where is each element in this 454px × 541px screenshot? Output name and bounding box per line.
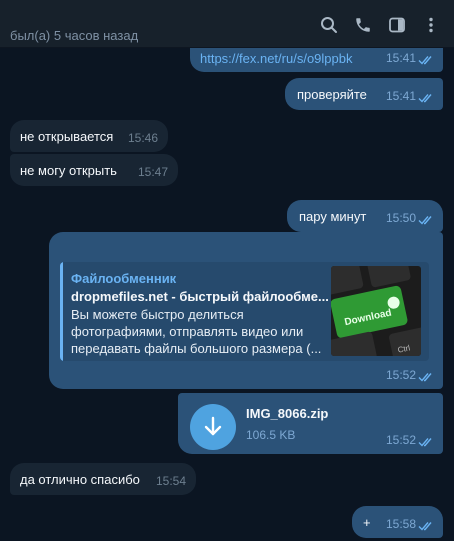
message-outgoing[interactable]: https://fex.net/ru/s/o9lppbk 15:41 xyxy=(190,48,443,72)
call-button[interactable] xyxy=(346,12,380,38)
sidebar-toggle-button[interactable] xyxy=(380,12,414,38)
message-incoming[interactable]: да отлично спасибо 15:54 xyxy=(10,463,196,495)
message-time: 15:52 xyxy=(385,433,416,447)
message-time: 15:50 xyxy=(385,211,416,225)
message-time: 15:46 xyxy=(127,131,158,145)
message-time: 15:41 xyxy=(385,51,416,65)
message-file[interactable]: IMG_8066.zip 106.5 KB 15:52 xyxy=(178,393,443,454)
read-checks-icon xyxy=(418,94,432,103)
message-text: проверяйте xyxy=(297,87,367,102)
chat-header: был(а) 5 часов назад xyxy=(0,0,454,48)
message-time: 15:58 xyxy=(385,517,416,531)
last-seen-status: был(а) 5 часов назад xyxy=(10,28,139,43)
message-text: не могу открыть xyxy=(20,163,117,178)
file-name[interactable]: IMG_8066.zip xyxy=(246,405,328,422)
read-checks-icon xyxy=(418,438,432,447)
message-list[interactable]: https://fex.net/ru/s/o9lppbk 15:41 прове… xyxy=(0,48,454,541)
file-size: 106.5 KB xyxy=(246,428,296,442)
message-link[interactable]: https://fex.net/ru/s/o9lppbk xyxy=(200,51,352,66)
search-icon xyxy=(321,17,337,33)
message-text: не открывается xyxy=(20,129,114,144)
message-text: да отлично спасибо xyxy=(20,472,140,487)
download-icon xyxy=(204,416,222,436)
preview-description: Вы можете быстро делиться фотографиями, … xyxy=(71,307,322,356)
message-outgoing[interactable]: + 15:58 xyxy=(352,506,443,538)
more-button[interactable] xyxy=(414,12,448,38)
message-time: 15:47 xyxy=(137,165,168,179)
read-checks-icon xyxy=(418,56,432,65)
read-checks-icon xyxy=(418,373,432,382)
message-link-preview[interactable]: Файлообменник dropmefiles.net - быстрый … xyxy=(49,232,443,389)
message-incoming[interactable]: не могу открыть 15:47 xyxy=(10,154,178,186)
message-time: 15:52 xyxy=(385,368,416,382)
message-time: 15:54 xyxy=(155,474,186,488)
preview-title: dropmefiles.net - быстрый файлообме... xyxy=(71,289,329,304)
search-button[interactable] xyxy=(312,12,346,38)
message-outgoing[interactable]: пару минут 15:50 xyxy=(287,200,443,232)
read-checks-icon xyxy=(418,522,432,531)
read-checks-icon xyxy=(418,216,432,225)
message-outgoing[interactable]: проверяйте 15:41 xyxy=(285,78,443,110)
more-vert-icon xyxy=(429,17,433,33)
phone-icon xyxy=(356,18,370,32)
message-time: 15:41 xyxy=(385,89,416,103)
link-preview-card[interactable]: Файлообменник dropmefiles.net - быстрый … xyxy=(60,262,429,361)
message-text: пару минут xyxy=(299,209,367,224)
sidebar-toggle-icon xyxy=(389,17,405,33)
message-incoming[interactable]: не открывается 15:46 xyxy=(10,120,168,152)
preview-accent-bar xyxy=(60,262,63,361)
message-text: + xyxy=(363,515,371,530)
file-download-button[interactable] xyxy=(190,404,236,450)
preview-site-name: Файлообменник xyxy=(71,271,177,286)
preview-thumbnail[interactable]: Download Ctrl xyxy=(331,266,421,356)
